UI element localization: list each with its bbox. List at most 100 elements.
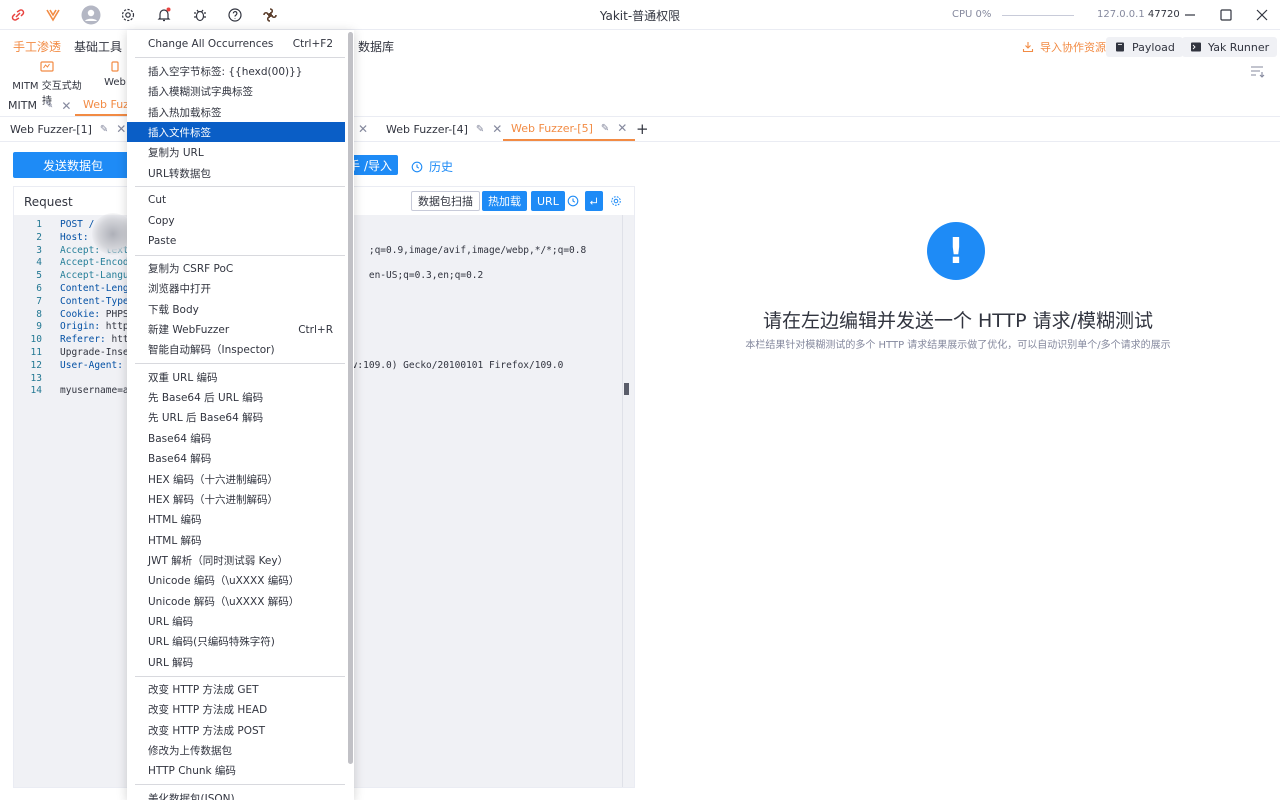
context-menu-item[interactable]: HEX 编码（十六进制编码）: [127, 469, 345, 489]
header-key: Host:: [60, 231, 89, 243]
history-icon[interactable]: [565, 191, 581, 211]
context-menu-item[interactable]: 插入热加载标签: [127, 102, 345, 122]
help-icon[interactable]: [225, 5, 245, 25]
maximize-icon[interactable]: [1216, 5, 1236, 25]
context-menu-item[interactable]: 智能自动解码（Inspector): [127, 340, 345, 360]
editor-scrollbar[interactable]: [622, 215, 634, 787]
context-menu-item-label: 插入模糊测试字典标签: [148, 86, 253, 99]
tab-mitm-label: MITM: [8, 99, 37, 112]
history-button[interactable]: 历史: [411, 158, 453, 175]
context-menu-item[interactable]: 改变 HTTP 方法成 POST: [127, 720, 345, 740]
context-menu-item[interactable]: 插入文件标签: [127, 122, 345, 143]
close-icon[interactable]: ✕: [617, 121, 627, 135]
context-menu-item-label: 复制为 CSRF PoC: [148, 263, 234, 275]
context-menu-item[interactable]: 先 URL 后 Base64 解码: [127, 408, 345, 428]
menu-separator: [135, 186, 345, 188]
edit-icon[interactable]: ✎: [45, 100, 53, 111]
context-menu-scroll-thumb[interactable]: [348, 32, 353, 764]
import-collab-button[interactable]: 导入协作资源: [1014, 37, 1114, 57]
filter-list-icon[interactable]: [1249, 63, 1265, 82]
url-button[interactable]: URL: [531, 191, 565, 211]
context-menu-item[interactable]: URL转数据包: [127, 163, 345, 183]
context-menu-item[interactable]: 新建 WebFuzzer Ctrl+R: [127, 320, 345, 340]
bell-icon[interactable]: [154, 5, 174, 25]
context-menu-item-label: Unicode 编码（\uXXXX 编码）: [148, 575, 300, 588]
context-menu-item-label: 智能自动解码（Inspector): [148, 344, 275, 357]
tab-mitm[interactable]: MITM ✎ ✕: [0, 95, 79, 116]
context-menu-item[interactable]: 先 Base64 后 URL 编码: [127, 388, 345, 408]
code-line: Upgrade-Inse: [60, 347, 129, 358]
line-number: 11: [30, 347, 42, 358]
code-line: Origin: http: [60, 321, 129, 332]
context-menu-item[interactable]: 改变 HTTP 方法成 GET: [127, 680, 345, 700]
context-menu-item[interactable]: 复制为 URL: [127, 143, 345, 163]
context-menu-item-label: URL 编码: [148, 615, 194, 628]
add-tab-icon[interactable]: +: [628, 117, 657, 141]
link-icon[interactable]: [8, 5, 28, 25]
close-window-icon[interactable]: [1252, 5, 1272, 25]
bug-icon[interactable]: [190, 5, 210, 25]
context-menu-item[interactable]: 复制为 CSRF PoC: [127, 259, 345, 279]
hot-reload-button[interactable]: 热加载: [482, 191, 527, 211]
context-menu-item[interactable]: 双重 URL 编码: [127, 367, 345, 387]
context-menu-item[interactable]: Change All Occurrences Ctrl+F2: [127, 34, 345, 54]
gear-icon[interactable]: [118, 5, 138, 25]
context-menu-item[interactable]: HTML 解码: [127, 530, 345, 550]
line-number: 9: [36, 321, 42, 333]
minimize-icon[interactable]: [1180, 5, 1200, 25]
context-menu-item[interactable]: HEX 解码（十六进制解码）: [127, 489, 345, 509]
close-icon[interactable]: ✕: [492, 122, 502, 136]
response-panel: ! 请在左边编辑并发送一个 HTTP 请求/模糊测试 本栏结果针对模糊测试的多个…: [636, 186, 1280, 800]
context-menu-item[interactable]: URL 编码: [127, 611, 345, 631]
payload-button[interactable]: Payload: [1106, 37, 1183, 57]
book-icon: [1116, 42, 1124, 52]
context-menu-item-label: Change All Occurrences: [148, 38, 274, 50]
context-menu-item-label: 复制为 URL: [148, 147, 204, 160]
context-menu-item[interactable]: JWT 解析（同时测试弱 Key）: [127, 550, 345, 570]
context-menu-item[interactable]: Base64 解码: [127, 449, 345, 469]
close-icon[interactable]: ✕: [358, 122, 368, 136]
settings-icon[interactable]: [608, 191, 624, 211]
context-menu-item[interactable]: HTTP Chunk 编码: [127, 761, 345, 781]
context-menu-item[interactable]: HTML 编码: [127, 510, 345, 530]
context-menu-item[interactable]: 改变 HTTP 方法成 HEAD: [127, 700, 345, 720]
newline-icon[interactable]: [585, 191, 603, 211]
packet-scan-button[interactable]: 数据包扫描: [411, 191, 480, 211]
yak-runner-button[interactable]: Yak Runner: [1182, 37, 1278, 57]
edit-icon[interactable]: ✎: [100, 124, 108, 135]
context-menu-item-label: Base64 解码: [148, 453, 212, 466]
close-icon[interactable]: ✕: [116, 122, 126, 136]
tab-fuzzer-4[interactable]: Web Fuzzer-[4] ✎ ✕: [378, 117, 510, 141]
avatar-icon[interactable]: [80, 4, 102, 26]
context-menu-item[interactable]: Paste: [127, 231, 345, 251]
tab-fuzzer-5[interactable]: Web Fuzzer-[5] ✎ ✕: [503, 117, 636, 141]
tab-fuzzer-5-label: Web Fuzzer-[5]: [511, 121, 593, 135]
context-menu-item[interactable]: Base64 编码: [127, 428, 345, 448]
context-menu-item-label: 插入热加载标签: [148, 106, 222, 119]
menu-basic-tools[interactable]: 基础工具: [74, 38, 122, 55]
menu-database[interactable]: 数据库: [358, 38, 394, 55]
tool-web[interactable]: Web: [104, 60, 126, 88]
send-packet-button[interactable]: 发送数据包: [13, 152, 133, 178]
history-icon: [411, 161, 423, 172]
tab-fuzzer-1[interactable]: Web Fuzzer-[1] ✎ ✕: [2, 117, 134, 141]
plugin-icon[interactable]: [260, 5, 280, 25]
context-menu-item[interactable]: URL 编码(只编码特殊字符): [127, 632, 345, 652]
context-menu-item[interactable]: 插入模糊测试字典标签: [127, 82, 345, 102]
editor-scroll-thumb[interactable]: [624, 383, 629, 395]
context-menu-item[interactable]: 美化数据包(JSON): [127, 788, 345, 800]
context-menu-item[interactable]: 浏览器中打开: [127, 279, 345, 299]
close-icon[interactable]: ✕: [61, 99, 71, 113]
context-menu-item[interactable]: Unicode 解码（\uXXXX 解码）: [127, 591, 345, 611]
context-menu-item[interactable]: 下载 Body: [127, 299, 345, 319]
context-menu-item[interactable]: URL 解码: [127, 652, 345, 672]
edit-icon[interactable]: ✎: [476, 124, 484, 135]
edit-icon[interactable]: ✎: [601, 123, 609, 134]
context-menu-item[interactable]: 修改为上传数据包: [127, 741, 345, 761]
context-menu-item[interactable]: 插入空字节标签: {{hexd(00)}}: [127, 61, 345, 81]
context-menu-item[interactable]: Copy: [127, 211, 345, 231]
context-menu-item[interactable]: Unicode 编码（\uXXXX 编码）: [127, 571, 345, 591]
context-menu-item[interactable]: Cut: [127, 190, 345, 210]
menu-manual-pentest[interactable]: 手工渗透: [13, 38, 61, 55]
header-key: Content-Lengt: [60, 283, 135, 294]
